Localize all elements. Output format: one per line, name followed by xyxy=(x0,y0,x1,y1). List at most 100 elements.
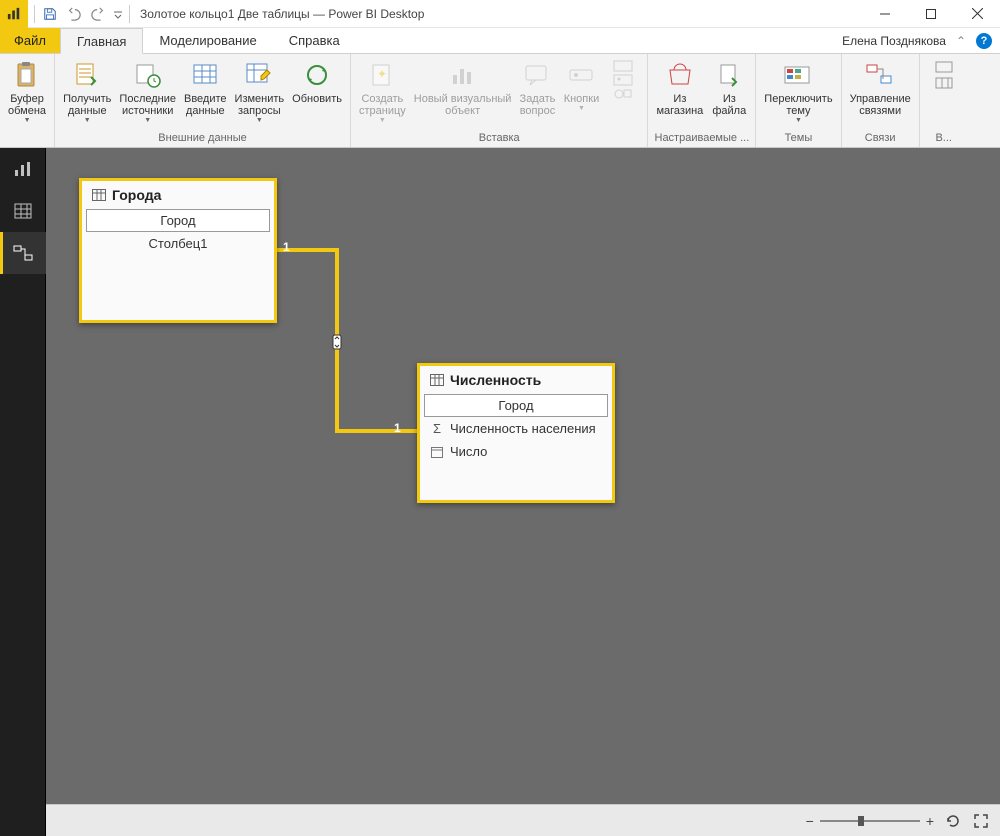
field-row[interactable]: Город xyxy=(86,209,270,232)
get-data-button[interactable]: Получить данные▼ xyxy=(59,56,115,130)
tab-file[interactable]: Файл xyxy=(0,28,60,53)
table-header[interactable]: Численность xyxy=(420,366,612,394)
zoom-control[interactable]: − + xyxy=(806,813,934,829)
group-external-data: Получить данные▼ Последние источники▼ Вв… xyxy=(55,54,351,147)
ribbon: Буфер обмена▼ Получить данные▼ Последние… xyxy=(0,54,1000,148)
manage-relations-button[interactable]: Управление связями xyxy=(846,56,915,130)
fit-to-screen-icon[interactable] xyxy=(972,812,990,830)
table-card-chislennost[interactable]: Численность Город ΣЧисленность населения… xyxy=(417,363,615,503)
group-clipboard: Буфер обмена▼ xyxy=(0,54,55,147)
model-view-button[interactable] xyxy=(0,232,46,274)
theme-icon xyxy=(782,59,814,91)
table-icon xyxy=(430,374,444,386)
table-icon xyxy=(92,189,106,201)
zoom-out-icon[interactable]: − xyxy=(806,813,814,829)
cardinality-right: 1 xyxy=(394,421,401,435)
field-row[interactable]: Число xyxy=(420,440,612,463)
date-icon xyxy=(430,445,444,459)
group-calculations: В... xyxy=(920,54,968,147)
reset-zoom-icon[interactable] xyxy=(944,812,962,830)
qat-customize-icon[interactable] xyxy=(111,3,125,25)
column-icon xyxy=(928,75,960,91)
image-icon xyxy=(607,73,639,87)
table-card-goroda[interactable]: Города Город Столбец1 xyxy=(79,178,277,323)
close-button[interactable] xyxy=(954,0,1000,28)
textbox-icon xyxy=(607,59,639,73)
tab-help[interactable]: Справка xyxy=(273,28,356,53)
qat-divider2 xyxy=(129,5,130,23)
measure-icon xyxy=(928,59,960,75)
question-icon xyxy=(521,59,553,91)
field-row[interactable]: Столбец1 xyxy=(82,232,274,255)
table-header[interactable]: Города xyxy=(82,181,274,209)
switch-theme-button[interactable]: Переключить тему▼ xyxy=(760,56,836,130)
group-relations: Управление связями Связи xyxy=(842,54,920,147)
window-controls xyxy=(862,0,1000,28)
data-view-button[interactable] xyxy=(0,190,46,232)
edit-queries-icon xyxy=(243,59,275,91)
status-bar: − + xyxy=(46,804,1000,836)
paste-button[interactable]: Буфер обмена▼ xyxy=(4,56,50,130)
group-label: В... xyxy=(924,130,964,147)
get-data-icon xyxy=(71,59,103,91)
field-row[interactable]: Город xyxy=(424,394,608,417)
edit-queries-button[interactable]: Изменить запросы▼ xyxy=(231,56,289,130)
quick-access-toolbar xyxy=(28,3,136,25)
maximize-button[interactable] xyxy=(908,0,954,28)
app-icon xyxy=(0,0,28,28)
undo-icon[interactable] xyxy=(63,3,85,25)
view-switcher xyxy=(0,148,46,836)
svg-text:✦: ✦ xyxy=(377,67,387,81)
group-themes: Переключить тему▼ Темы xyxy=(756,54,841,147)
cardinality-left: 1 xyxy=(283,240,290,254)
calc-button[interactable] xyxy=(924,56,964,130)
tab-home[interactable]: Главная xyxy=(60,28,143,54)
table-icon xyxy=(189,59,221,91)
group-custom-visuals: Из магазина Из файла Настраиваемые ... xyxy=(648,54,756,147)
refresh-button[interactable]: Обновить xyxy=(288,56,346,130)
minimize-button[interactable] xyxy=(862,0,908,28)
enter-data-button[interactable]: Введите данные xyxy=(180,56,231,130)
clipboard-icon xyxy=(11,59,43,91)
zoom-slider[interactable] xyxy=(820,820,920,822)
new-page-button: ✦ Создать страницу▼ xyxy=(355,56,410,130)
window-title: Золотое кольцо1 Две таблицы — Power BI D… xyxy=(136,7,862,21)
from-store-button[interactable]: Из магазина xyxy=(652,56,707,130)
recent-sources-button[interactable]: Последние источники▼ xyxy=(115,56,180,130)
sigma-icon: Σ xyxy=(430,422,444,436)
group-label: Настраиваемые ... xyxy=(652,130,751,147)
group-label: Внешние данные xyxy=(59,130,346,147)
chart-icon xyxy=(447,59,479,91)
group-label: Темы xyxy=(760,130,836,147)
ask-question-button: Задать вопрос xyxy=(515,56,559,130)
redo-icon[interactable] xyxy=(87,3,109,25)
file-import-icon xyxy=(713,59,745,91)
group-label xyxy=(4,130,50,147)
new-visual-button: Новый визуальный объект xyxy=(410,56,516,130)
qat-divider xyxy=(34,5,35,23)
from-file-button[interactable]: Из файла xyxy=(707,56,751,130)
save-icon[interactable] xyxy=(39,3,61,25)
zoom-in-icon[interactable]: + xyxy=(926,813,934,829)
page-icon: ✦ xyxy=(366,59,398,91)
report-view-button[interactable] xyxy=(0,148,46,190)
user-name[interactable]: Елена Позднякова xyxy=(842,34,946,48)
ribbon-collapse-icon[interactable]: ⌃ xyxy=(956,34,966,48)
refresh-icon xyxy=(301,59,333,91)
buttons-icon xyxy=(565,59,597,91)
group-insert: ✦ Создать страницу▼ Новый визуальный объ… xyxy=(351,54,649,147)
table-name: Численность xyxy=(450,372,541,388)
recent-icon xyxy=(132,59,164,91)
field-row[interactable]: ΣЧисленность населения xyxy=(420,417,612,440)
model-canvas[interactable]: 1 1 Города Город Столбец1 Численность Го… xyxy=(46,148,1000,804)
user-area: Елена Позднякова ⌃ ? xyxy=(842,28,1000,53)
insert-extras xyxy=(603,56,643,130)
store-icon xyxy=(664,59,696,91)
ribbon-tabs: Файл Главная Моделирование Справка Елена… xyxy=(0,28,1000,54)
group-label: Связи xyxy=(846,130,915,147)
relations-icon xyxy=(864,59,896,91)
tab-modeling[interactable]: Моделирование xyxy=(143,28,272,53)
help-icon[interactable]: ? xyxy=(976,33,992,49)
shapes-icon xyxy=(607,87,639,101)
group-label: Вставка xyxy=(355,130,644,147)
